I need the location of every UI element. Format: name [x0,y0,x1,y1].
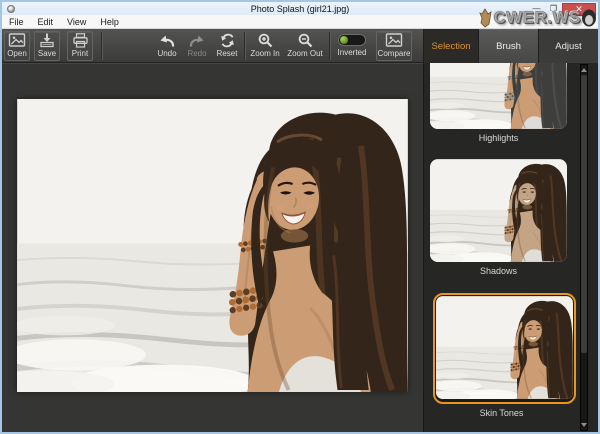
compare-button[interactable]: Compare [376,30,412,61]
thumbnail-shadows[interactable] [430,159,567,262]
reset-icon [220,33,234,48]
toggle-knob [340,36,348,44]
undo-button[interactable]: Undo [152,31,182,61]
print-button[interactable]: Print [67,30,93,61]
tab-bar: Selection Brush Adjust [423,29,598,63]
watermark-penguin-icon [582,9,596,27]
scrollbar-thumb[interactable] [581,75,587,353]
open-button[interactable]: Open [4,30,30,61]
redo-button[interactable]: Redo [182,31,212,61]
watermark-text: CWER.WS [493,8,581,28]
inverted-toggle[interactable]: Inverted [332,31,372,61]
menu-edit[interactable]: Edit [31,15,61,29]
redo-icon [189,35,204,47]
thumbnail-skin-tones-selected[interactable] [433,293,576,404]
menu-view[interactable]: View [60,15,93,29]
undo-icon [160,35,175,47]
toolbar-separator [329,31,330,60]
image-canvas [2,63,423,432]
thumbnail-label: Shadows [479,266,518,276]
toolbar: Open Save Print Undo Redo Reset Zoom In … [2,29,423,63]
main-photo[interactable] [17,99,408,392]
print-icon [72,33,88,48]
toolbar-separator [101,31,102,60]
thumbnail-highlights[interactable] [430,63,567,129]
zoom-in-button[interactable]: Zoom In [245,31,285,61]
menu-file[interactable]: File [2,15,31,29]
thumbnail-list: Highlights Shadows Skin Tones [430,63,598,418]
effects-panel: Highlights Shadows Skin Tones [423,63,598,432]
toolbar-row: Open Save Print Undo Redo Reset Zoom In … [2,29,598,63]
thumbnail-image-clip [436,296,573,399]
watermark-coyote-icon [479,8,492,28]
watermark: CWER.WS [478,7,597,29]
content-area: Highlights Shadows Skin Tones [2,63,598,432]
reset-button[interactable]: Reset [212,31,242,61]
open-image-icon [8,33,26,47]
zoom-out-button[interactable]: Zoom Out [285,31,325,61]
tab-adjust[interactable]: Adjust [538,29,598,63]
menu-help[interactable]: Help [93,15,126,29]
scroll-up-icon[interactable] [581,68,587,72]
panel-scrollbar[interactable] [580,64,588,431]
toggle-switch-icon[interactable] [338,34,366,46]
tab-selection[interactable]: Selection [423,29,478,63]
tab-brush[interactable]: Brush [478,29,538,63]
scroll-down-icon[interactable] [581,423,587,427]
compare-icon [385,33,403,47]
zoom-out-icon [298,33,312,48]
save-icon [40,33,54,48]
thumbnail-label: Highlights [478,133,519,143]
app-window: Photo Splash (girl21.jpg) — ❐ ✕ CWER.WS … [0,0,600,434]
save-button[interactable]: Save [34,30,60,61]
zoom-in-icon [258,33,272,48]
thumbnail-label: Skin Tones [479,408,524,418]
